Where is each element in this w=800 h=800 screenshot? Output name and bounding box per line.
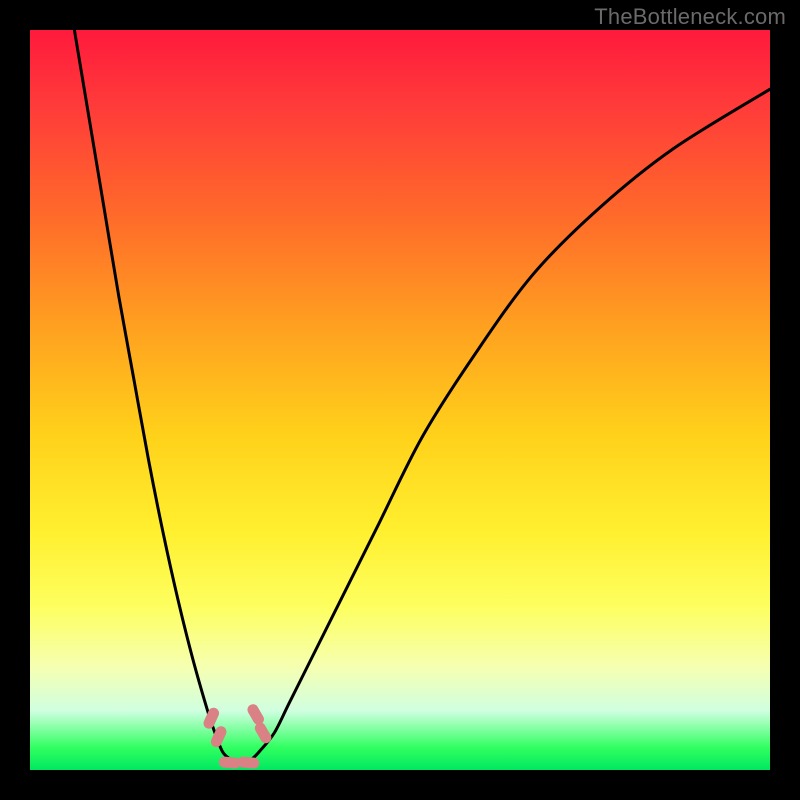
watermark-text: TheBottleneck.com [594, 4, 786, 30]
bottom-cluster-2 [237, 756, 260, 769]
right-cluster-1 [245, 702, 266, 727]
chart-svg [30, 30, 770, 770]
left-cluster-1 [202, 706, 221, 731]
bottleneck-curve [74, 30, 770, 763]
curve-markers [202, 702, 274, 769]
right-cluster-2 [253, 721, 274, 746]
chart-frame [30, 30, 770, 770]
